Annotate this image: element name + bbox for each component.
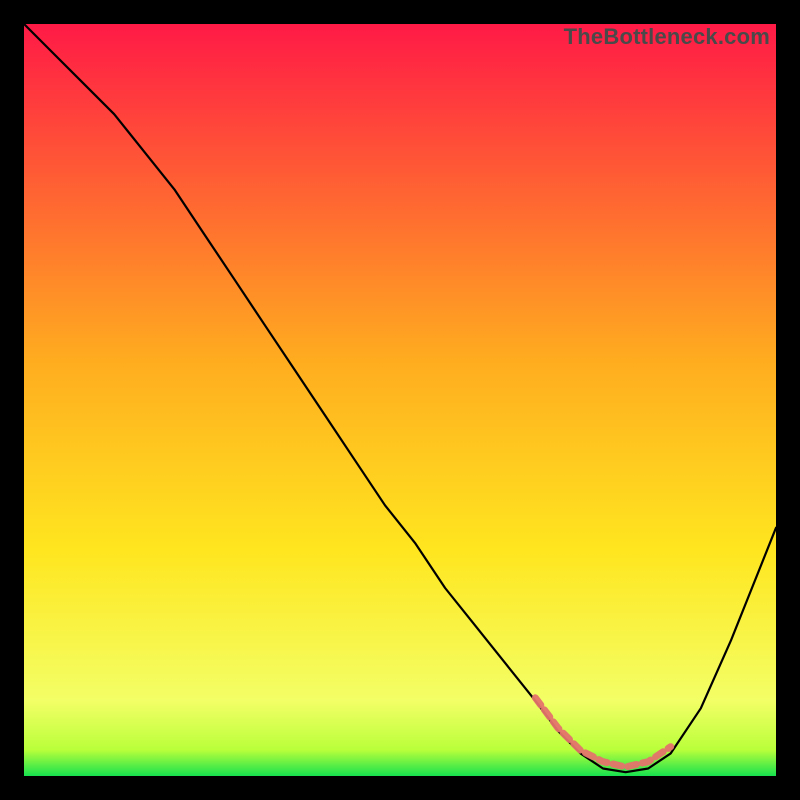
watermark-label: TheBottleneck.com (564, 24, 770, 50)
chart-canvas (24, 24, 776, 776)
gradient-background (24, 24, 776, 776)
plot-area: TheBottleneck.com (24, 24, 776, 776)
chart-frame: TheBottleneck.com (0, 0, 800, 800)
